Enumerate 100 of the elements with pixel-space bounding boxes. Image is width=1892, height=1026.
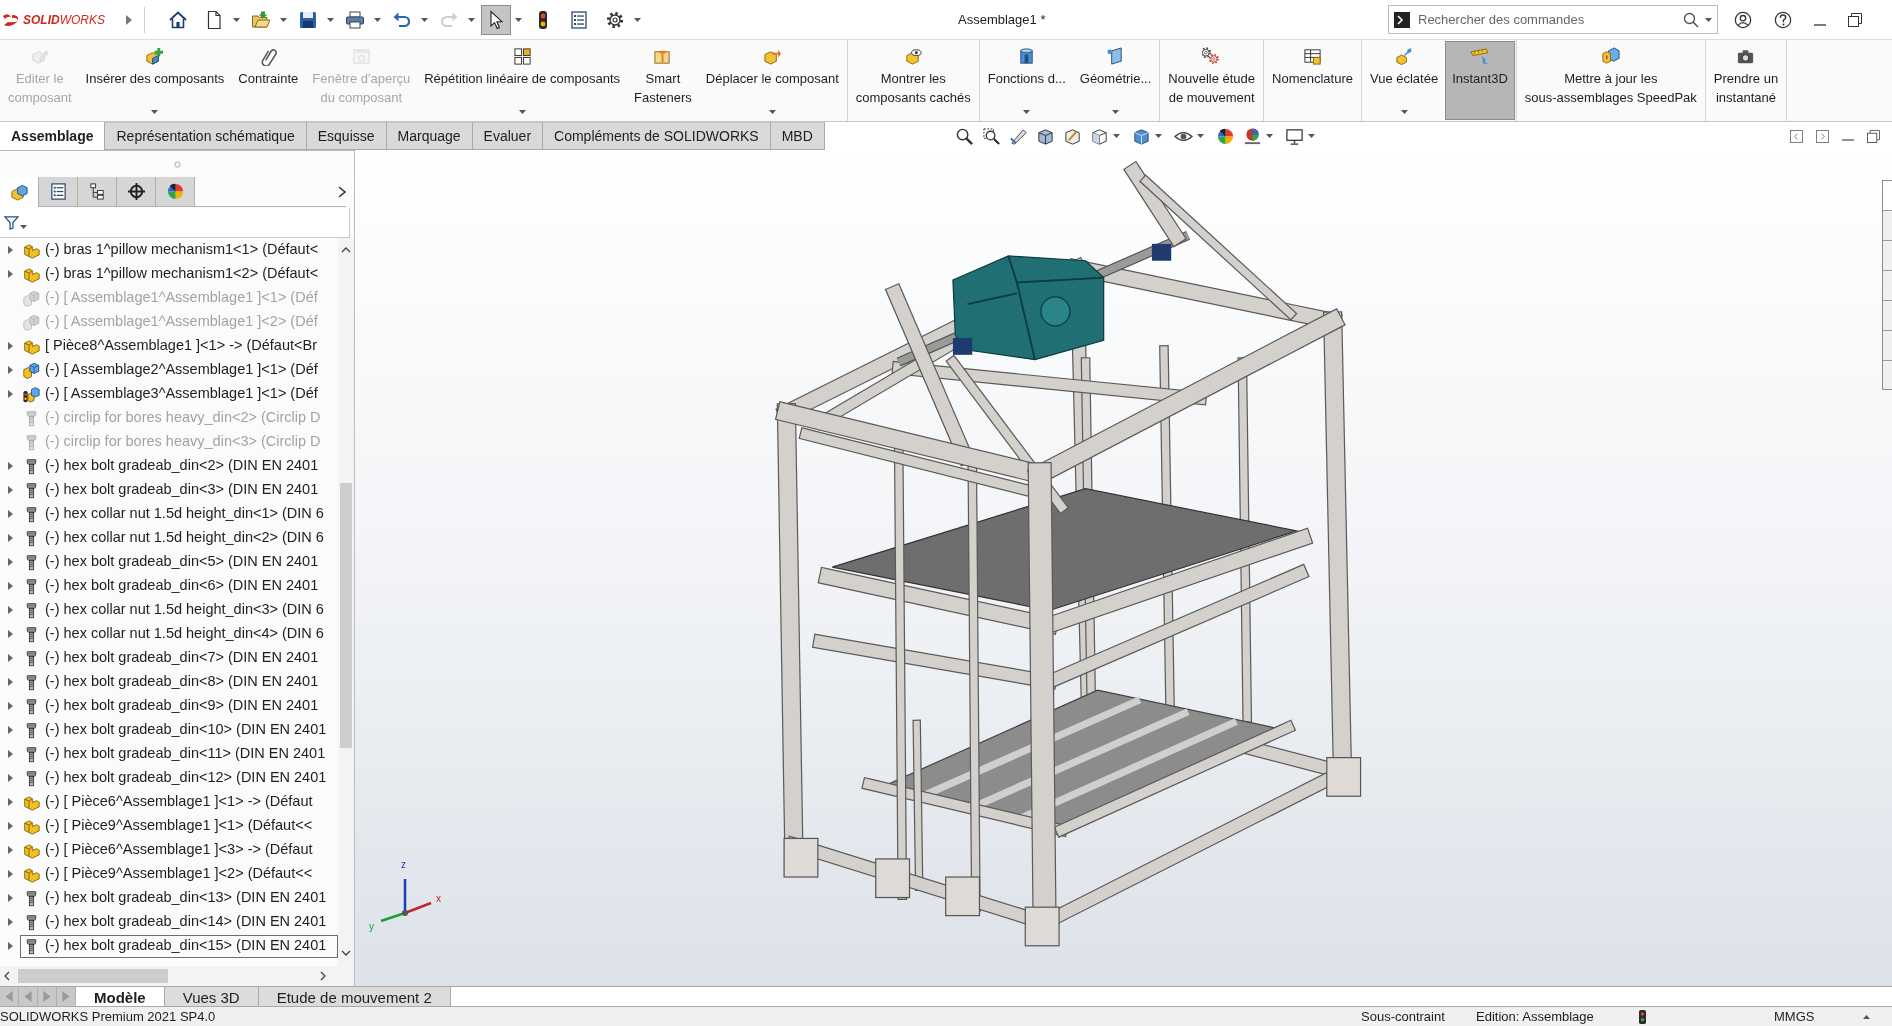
expand-arrow-icon[interactable] — [7, 390, 13, 398]
horizontal-scrollbar[interactable] — [0, 966, 354, 986]
hexagon-slash-icon[interactable] — [1063, 126, 1082, 146]
ribbon-button[interactable]: Montrer les composants cachés — [848, 41, 978, 120]
caret-icon[interactable] — [1112, 110, 1120, 114]
caret-icon[interactable] — [233, 17, 240, 22]
scroll-left-icon[interactable] — [4, 971, 10, 981]
caret-icon[interactable] — [421, 17, 428, 22]
expand-arrow-icon[interactable] — [7, 366, 13, 374]
tree-item[interactable]: (-) hex bolt gradeab_din<9> (DIN EN 2401 — [20, 694, 338, 718]
tree-item[interactable]: (-) hex bolt gradeab_din<3> (DIN EN 2401 — [20, 478, 338, 502]
panel-tab[interactable] — [39, 177, 78, 207]
tab[interactable]: Esquisse — [306, 122, 387, 150]
tab[interactable]: Etude de mouvement 2 — [258, 987, 451, 1006]
caret-icon[interactable] — [280, 17, 287, 22]
expand-arrow-icon[interactable] — [7, 582, 13, 590]
tree-item[interactable]: (-) hex collar nut 1.5d height_din<1> (DIN 6 — [20, 502, 338, 526]
expand-arrow-icon[interactable] — [7, 654, 13, 662]
restore-icon[interactable] — [1848, 12, 1862, 27]
filter-icon[interactable] — [4, 215, 19, 230]
expand-arrow-icon[interactable] — [7, 630, 13, 638]
caret-icon[interactable] — [1400, 110, 1408, 114]
expand-arrow-icon[interactable] — [7, 606, 13, 614]
tree-item[interactable]: (-) hex bolt gradeab_din<14> (DIN EN 2401 — [20, 910, 338, 934]
expand-arrow-icon[interactable] — [7, 774, 13, 782]
ribbon-button[interactable]: Nouvelle étude de mouvement — [1161, 41, 1263, 120]
ribbon-button[interactable]: Instant3D — [1445, 41, 1515, 120]
expand-arrow-icon[interactable] — [7, 678, 13, 686]
expand-arrow-icon[interactable] — [7, 510, 13, 518]
ribbon-button[interactable]: Répétition linéaire de composants — [417, 41, 628, 120]
caret-icon[interactable] — [1266, 134, 1273, 138]
ribbon-button[interactable]: Mettre à jour les sous-assemblages SpeedPak — [1517, 41, 1704, 120]
chevron-right-icon[interactable] — [338, 185, 346, 198]
tree-item[interactable]: (-) hex bolt gradeab_din<15> (DIN EN 2401 — [20, 934, 338, 958]
tree-item[interactable]: (-) [ Pièce6^Assemblage1 ]<3> -> (Défaut — [20, 838, 338, 862]
tree-item[interactable]: (-) hex collar nut 1.5d height_din<4> (DIN 6 — [20, 622, 338, 646]
ribbon-button[interactable]: Géométrie... — [1072, 41, 1159, 120]
expand-arrow-icon[interactable] — [7, 918, 13, 926]
tab[interactable]: Marquage — [386, 122, 473, 150]
zoom-area-icon[interactable] — [982, 126, 1001, 146]
tree-item[interactable]: (-) hex bolt gradeab_din<11> (DIN EN 2401 — [20, 742, 338, 766]
task-pane-tabs[interactable] — [1882, 180, 1892, 390]
tab[interactable]: Compléments de SOLIDWORKS — [543, 122, 771, 150]
pane-right-icon[interactable] — [1816, 129, 1829, 143]
caret-icon[interactable] — [1863, 1014, 1870, 1019]
tree-item[interactable]: (-) [ Pièce9^Assemblage1 ]<2> (Défaut<< — [20, 862, 338, 886]
tree-item[interactable]: (-) [ Pièce9^Assemblage1 ]<1> (Défaut<< — [20, 814, 338, 838]
expand-arrow-icon[interactable] — [7, 798, 13, 806]
wireframe-cube-icon[interactable] — [1090, 126, 1109, 146]
caret-icon[interactable] — [634, 17, 641, 22]
expand-arrow-icon[interactable] — [7, 534, 13, 542]
tree-item[interactable]: (-) hex collar nut 1.5d height_din<2> (DIN 6 — [20, 526, 338, 550]
caret-icon[interactable] — [20, 224, 27, 229]
tree-item[interactable]: [ Pièce8^Assemblage1 ]<1> -> (Défaut<Br — [20, 334, 338, 358]
expand-arrow-icon[interactable] — [7, 486, 13, 494]
expand-arrow-icon[interactable] — [7, 726, 13, 734]
tree-item[interactable]: (-) hex bolt gradeab_din<6> (DIN EN 2401 — [20, 574, 338, 598]
ribbon-button[interactable]: Prendre un instantané — [1706, 41, 1786, 120]
expand-arrow-icon[interactable] — [7, 894, 13, 902]
caret-icon[interactable] — [374, 17, 381, 22]
expand-arrow-icon[interactable] — [7, 942, 13, 950]
tree-item[interactable]: (-) hex bolt gradeab_din<8> (DIN EN 2401 — [20, 670, 338, 694]
tree-item[interactable]: (-) [ Pièce6^Assemblage1 ]<1> -> (Défaut — [20, 790, 338, 814]
expand-arrow-icon[interactable] — [7, 846, 13, 854]
ribbon-button[interactable]: Déplacer le composant — [698, 41, 846, 120]
tab[interactable]: Evaluer — [472, 122, 544, 150]
scrollbar-thumb[interactable] — [18, 969, 168, 983]
tab[interactable]: Vues 3D — [164, 987, 259, 1006]
magnifier-icon[interactable] — [955, 126, 974, 146]
ball-on-floor-icon[interactable] — [1243, 126, 1262, 146]
scrollbar-thumb[interactable] — [340, 483, 352, 748]
vertical-scrollbar[interactable] — [338, 238, 354, 966]
toolbar-button[interactable] — [481, 4, 511, 35]
grip-icon[interactable] — [173, 160, 181, 168]
ribbon-button[interactable]: Insérer des composants — [78, 41, 232, 120]
caret-icon[interactable] — [151, 110, 159, 114]
tab[interactable]: MBD — [770, 122, 825, 150]
panel-tab[interactable] — [156, 177, 195, 207]
scroll-up-icon[interactable] — [341, 247, 351, 253]
caret-icon[interactable] — [1155, 134, 1162, 138]
search-bar[interactable]: Rechercher des commandes — [1388, 5, 1718, 34]
pencil-icon[interactable] — [1009, 126, 1028, 146]
scroll-right-icon[interactable] — [320, 971, 326, 981]
expand-arrow-icon[interactable] — [7, 870, 13, 878]
tree-item[interactable]: (-) hex collar nut 1.5d height_din<3> (DIN 6 — [20, 598, 338, 622]
tree-item[interactable]: (-) hex bolt gradeab_din<13> (DIN EN 2401 — [20, 886, 338, 910]
pane-left-icon[interactable] — [1790, 129, 1803, 143]
caret-icon[interactable] — [1023, 110, 1031, 114]
search-field[interactable]: Rechercher des commandes — [1418, 8, 1683, 31]
expand-arrow-icon[interactable] — [7, 702, 13, 710]
caret-icon[interactable] — [327, 17, 334, 22]
ribbon-button[interactable]: Vue éclatée — [1362, 41, 1446, 120]
expand-arrow-icon[interactable] — [7, 270, 13, 278]
tree-item[interactable]: (-) bras 1^pillow mechanism1<1> (Défaut< — [20, 238, 338, 262]
expand-arrow-icon[interactable] — [7, 558, 13, 566]
caret-icon[interactable] — [768, 110, 776, 114]
tab[interactable]: Représentation schématique — [105, 122, 307, 150]
expand-arrow-icon[interactable] — [7, 246, 13, 254]
tree-item[interactable]: (-) hex bolt gradeab_din<5> (DIN EN 2401 — [20, 550, 338, 574]
ribbon-button[interactable]: Contrainte — [231, 41, 306, 120]
